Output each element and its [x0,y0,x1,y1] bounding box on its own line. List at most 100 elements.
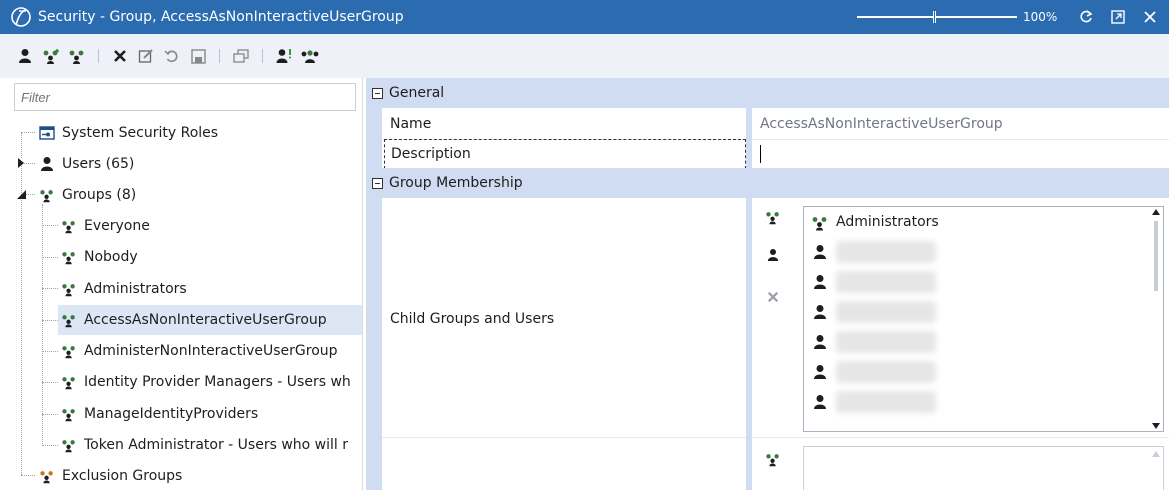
tree-line [42,204,43,446]
list-item[interactable] [804,387,1163,417]
add-group-member-icon[interactable] [764,208,782,226]
tree-line [42,320,58,321]
text-caret [760,145,761,163]
tree-item-group[interactable]: Nobody [60,242,138,272]
remove-member-icon[interactable] [764,288,782,306]
tree-item-group[interactable]: Everyone [60,211,150,241]
scroll-up-icon[interactable] [1152,451,1160,457]
child-members-list[interactable]: Administrators [803,206,1164,432]
toolbar [0,34,1169,78]
tree-line [21,132,22,158]
tree-item-system-security-roles[interactable]: System Security Roles [38,118,218,148]
tree-item-label: AdministerNonInteractiveUserGroup [84,343,338,359]
tree-item-groups[interactable]: Groups (8) [38,180,136,210]
tree-item-label: Groups (8) [62,187,137,203]
filter-input[interactable] [14,83,356,111]
list-item[interactable] [804,267,1163,297]
tree-line [42,351,58,352]
collapse-icon[interactable] [372,177,383,189]
tree-item-label: ManageIdentityProviders [84,406,259,422]
toolbar-separator [262,49,263,63]
group-icon [810,212,830,232]
tree-item-group-selected[interactable]: AccessAsNonInteractiveUserGroup [58,305,362,335]
delete-icon[interactable] [109,45,131,67]
prop-description-field[interactable] [752,139,1169,169]
scroll-up-icon[interactable] [1152,209,1160,215]
tree-item-label: Nobody [84,249,138,265]
tree-item-label: Administrators [84,281,187,297]
collapse-arrow-icon[interactable] [16,189,26,199]
tree-item-label: AccessAsNonInteractiveUserGroup [84,312,327,328]
user-icon [810,362,830,382]
category-general[interactable]: General [366,78,1169,108]
list-item[interactable] [804,327,1163,357]
window-icon[interactable] [230,45,252,67]
restore-window-icon[interactable] [1109,8,1127,26]
tree-item-label: Exclusion Groups [62,468,183,484]
prop-name-value[interactable]: AccessAsNonInteractiveUserGroup [752,109,1169,139]
zoom-slider[interactable] [857,11,1017,23]
redacted-name [836,391,936,413]
save-icon[interactable] [187,45,209,67]
tree-item-group[interactable]: AdministerNonInteractiveUserGroup [60,336,338,366]
exclusion-members-list[interactable] [803,446,1164,490]
list-item[interactable] [804,357,1163,387]
group-icon [38,186,56,204]
tree-line [42,445,58,446]
tree-item-label: Token Administrator - Users who will r [84,437,348,453]
redacted-name [836,271,936,293]
group-icon [60,217,78,235]
scroll-down-icon[interactable] [1152,423,1160,429]
user-icon [810,332,830,352]
prop-description-label: Description [384,139,746,169]
tree-item-group[interactable]: ManageIdentityProviders [60,399,258,429]
add-group-icon[interactable] [40,45,62,67]
tree-item-users[interactable]: Users (65) [38,149,134,179]
property-grid: General Name AccessAsNonInteractiveUserG… [366,78,1169,490]
column-splitter[interactable] [746,78,752,490]
tree-item-group[interactable]: Identity Provider Managers - Users wh [60,367,351,397]
refresh-icon[interactable] [1077,8,1095,26]
list-item[interactable]: Administrators [804,207,1163,237]
list-item[interactable] [804,237,1163,267]
add-user-member-icon[interactable] [764,246,782,264]
user-icon[interactable] [14,45,36,67]
group-users-icon[interactable] [299,45,321,67]
category-group-membership[interactable]: Group Membership [366,168,1169,198]
app-logo-icon [8,4,34,30]
group-icon [60,342,78,360]
tree-item-group[interactable]: Token Administrator - Users who will r [60,430,348,460]
group-icon[interactable] [66,45,88,67]
zoom-level: 100% [1023,10,1058,24]
scroll-thumb[interactable] [1154,221,1158,291]
tree-item-group[interactable]: Administrators [60,274,187,304]
tree-item-label: Everyone [84,218,150,234]
zoom-control[interactable]: 100% [857,0,1057,34]
zoom-slider-thumb[interactable] [933,11,936,23]
roles-icon [38,124,56,142]
list-scrollbar[interactable] [1149,207,1163,431]
group-icon [60,248,78,266]
toolbar-separator [219,49,220,63]
tree-item-label: System Security Roles [62,125,219,141]
user-alert-icon[interactable] [273,45,295,67]
group-icon [60,373,78,391]
group-icon [60,405,78,423]
add-group-member-icon[interactable] [764,450,782,468]
tree-line [42,382,58,383]
grid-gutter [366,78,382,490]
tree-item-label: Identity Provider Managers - Users wh [84,374,351,390]
collapse-icon[interactable] [372,87,383,99]
expand-arrow-icon[interactable] [16,158,26,168]
group-icon [60,436,78,454]
tree-line [42,257,58,258]
close-icon[interactable] [1141,8,1159,26]
tree-line [21,475,35,476]
tree-item-exclusion-groups[interactable]: Exclusion Groups [38,461,182,490]
undo-icon[interactable] [161,45,183,67]
list-item[interactable] [804,297,1163,327]
row-divider [382,437,1169,438]
user-icon [810,242,830,262]
prop-child-groups-label: Child Groups and Users [390,311,555,327]
edit-icon[interactable] [135,45,157,67]
